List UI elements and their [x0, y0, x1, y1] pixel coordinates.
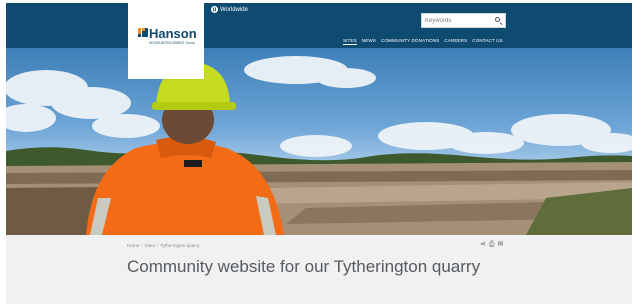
logo-mark-cell — [145, 28, 148, 31]
email-icon[interactable]: ✉ — [497, 241, 503, 248]
main-nav: SITES NEWS COMMUNITY DONATIONS CAREERS C… — [343, 38, 503, 45]
logo-mark — [138, 28, 148, 37]
nav-item-contact-us[interactable]: CONTACT US — [472, 38, 502, 45]
breadcrumb-separator: / — [141, 243, 143, 248]
search-box — [421, 13, 506, 28]
page-title: Community website for our Tytherington q… — [127, 257, 481, 276]
breadcrumb: Home / Sites / Tytherington quarry — [127, 243, 200, 248]
search-input[interactable] — [425, 16, 489, 26]
breadcrumb-current: Tytherington quarry — [160, 243, 200, 248]
search-icon[interactable] — [495, 17, 500, 22]
page: Worldwide SITES NEWS COMMUNITY DONATIONS… — [6, 3, 632, 304]
worker — [86, 62, 284, 235]
nav-item-sites[interactable]: SITES — [343, 38, 357, 45]
print-icon[interactable]: ⎙ — [489, 241, 495, 248]
nav-item-community-donations[interactable]: COMMUNITY DONATIONS — [381, 38, 439, 45]
header-bar: Worldwide SITES NEWS COMMUNITY DONATIONS… — [6, 3, 632, 48]
logo-mark-cell — [145, 34, 148, 37]
logo-subtitle: HEIDELBERGCEMENT Group — [149, 41, 195, 45]
logo-mark-cell — [145, 31, 148, 34]
worldwide-label: Worldwide — [220, 6, 248, 13]
nav-item-news[interactable]: NEWS — [362, 38, 376, 45]
globe-icon — [211, 6, 218, 13]
nav-item-careers[interactable]: CAREERS — [444, 38, 467, 45]
hard-hat-brim — [152, 102, 236, 110]
logo-name: Hanson — [149, 26, 197, 41]
share-icon[interactable]: ⋖ — [480, 241, 486, 248]
hanson-logo[interactable]: Hanson HEIDELBERGCEMENT Group — [128, 3, 204, 79]
breadcrumb-home[interactable]: Home — [127, 243, 139, 248]
worldwide-link[interactable]: Worldwide — [211, 6, 248, 13]
breadcrumb-separator: / — [156, 243, 159, 248]
breadcrumb-sites[interactable]: Sites — [145, 243, 155, 248]
jacket-badge — [184, 160, 202, 167]
hero-illustration — [6, 56, 632, 235]
share-tools: ⋖ ⎙ ✉ — [480, 241, 503, 248]
clouds — [6, 56, 632, 157]
hero-image — [6, 48, 632, 235]
